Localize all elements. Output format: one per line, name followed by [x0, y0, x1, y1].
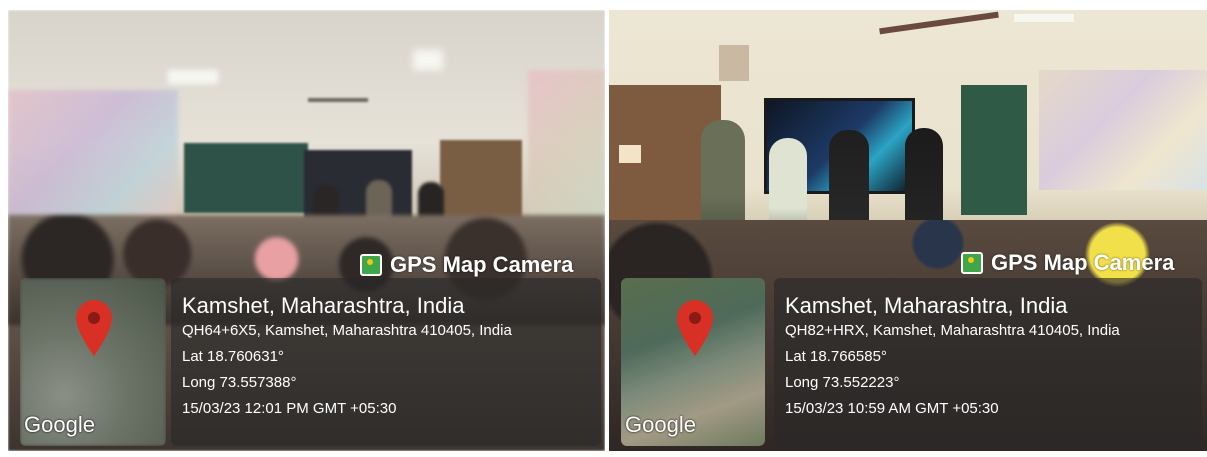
wall-portrait	[719, 45, 749, 81]
mini-map: Google	[20, 278, 166, 446]
google-credit: Google	[625, 412, 696, 437]
datetime-text: 15/03/23 10:59 AM GMT +05:30	[785, 400, 999, 417]
ceiling-light	[1014, 14, 1074, 22]
latitude-text: Lat 18.766585°	[785, 348, 887, 365]
ceiling-fan	[308, 98, 368, 102]
brand-text: GPS Map Camera	[390, 252, 574, 277]
gps-map-camera-icon	[961, 252, 983, 274]
location-title: Kamshet, Maharashtra, India	[785, 293, 1068, 318]
classroom-photo-left: GPS Map Camera Google Kamshet, Maharasht…	[8, 10, 605, 451]
classroom-photo-right: GPS Map Camera Google Kamshet, Maharasht…	[609, 10, 1207, 451]
location-title: Kamshet, Maharashtra, India	[182, 293, 465, 318]
longitude-text: Long 73.557388°	[182, 374, 297, 391]
longitude-text: Long 73.552223°	[785, 374, 900, 391]
gps-map-camera-icon	[360, 254, 382, 276]
ceiling-light	[168, 70, 218, 84]
map-pin-icon	[76, 300, 112, 356]
datetime-text: 15/03/23 12:01 PM GMT +05:30	[182, 400, 397, 417]
wall-posters	[528, 70, 605, 220]
wall-posters	[8, 90, 178, 230]
brand-text: GPS Map Camera	[991, 250, 1175, 275]
address-text: QH82+HRX, Kamshet, Maharashtra 410405, I…	[785, 322, 1120, 339]
green-board	[961, 85, 1027, 215]
latitude-text: Lat 18.760631°	[182, 348, 284, 365]
google-credit: Google	[24, 412, 95, 437]
map-pin-icon	[677, 300, 713, 356]
gps-map-camera-label: GPS Map Camera	[961, 250, 1174, 276]
door-window	[619, 145, 641, 163]
mini-map: Google	[621, 278, 765, 446]
wall-posters	[1039, 70, 1207, 190]
gps-map-camera-label: GPS Map Camera	[360, 252, 573, 278]
ceiling-light	[413, 50, 443, 70]
chalkboard	[184, 143, 308, 213]
address-text: QH64+6X5, Kamshet, Maharashtra 410405, I…	[182, 322, 512, 339]
